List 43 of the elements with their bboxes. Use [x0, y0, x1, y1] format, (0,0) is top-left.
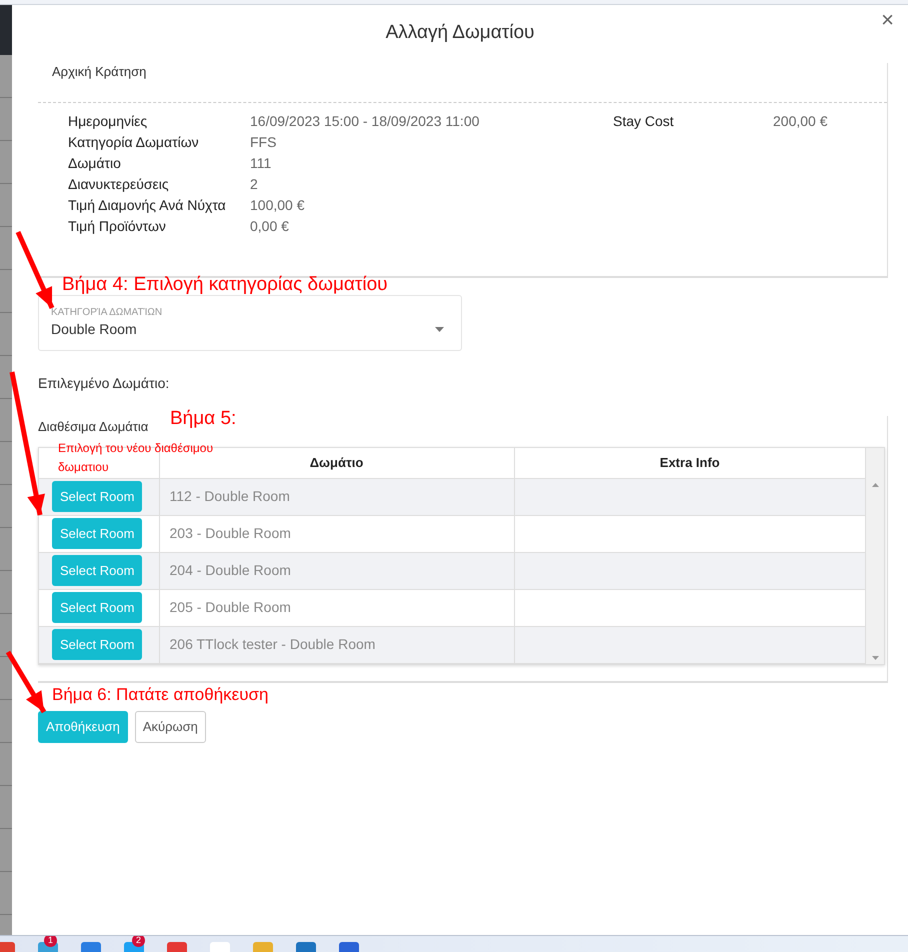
- save-button[interactable]: Αποθήκευση: [38, 711, 128, 742]
- cancel-button[interactable]: Ακύρωση: [134, 711, 206, 742]
- field-label: Τιμή Διαμονής Ανά Νύχτα: [68, 196, 227, 215]
- field-value: 2: [250, 175, 259, 194]
- modal-title: Αλλαγή Δωματίου: [386, 22, 534, 43]
- field-value: 111: [250, 154, 272, 173]
- table-cell: 204 - Double Room: [159, 552, 514, 589]
- annotation-text: Επιλογή του νέου διαθέσιμου δωματιου: [58, 440, 214, 476]
- stay-cost-label: Stay Cost: [613, 112, 675, 131]
- table-cell: 206 TTlock tester - Double Room: [159, 626, 514, 663]
- annotation-text: Βήμα 5:: [170, 409, 236, 428]
- field-value: 100,00 €: [250, 196, 306, 215]
- notification-badge: 1: [44, 936, 57, 947]
- field-label: Κατηγορία Δωματίων: [68, 133, 200, 152]
- select-room-button[interactable]: Select Room: [52, 518, 142, 550]
- table-cell: 203 - Double Room: [159, 515, 514, 552]
- stay-cost-value: 200,00 €: [773, 112, 828, 131]
- selected-room-label: Επιλεγμένο Δωμάτιο:: [38, 374, 170, 393]
- scroll-down-icon[interactable]: [872, 656, 879, 660]
- caret-icon: [435, 327, 444, 332]
- table-cell: 112 - Double Room: [159, 478, 514, 515]
- field-label: Ημερομηνίες: [68, 112, 148, 131]
- field-label: Τιμή Προϊόντων: [68, 217, 167, 236]
- select-room-button[interactable]: Select Room: [52, 480, 142, 512]
- field-value: 16/09/2023 15:00 - 18/09/2023 11:00: [250, 112, 480, 131]
- field-value: FFS: [250, 133, 278, 152]
- close-button[interactable]: ×: [879, 9, 896, 31]
- annotation-text: Βήμα 6: Πατάτε αποθήκευση: [52, 686, 268, 703]
- annotation-text: Βήμα 4: Επιλογή κατηγορίας δωματίου: [62, 275, 388, 294]
- scroll-up-icon[interactable]: [872, 483, 879, 487]
- select-room-button[interactable]: Select Room: [52, 628, 142, 660]
- field-label: Διανυκτερεύσεις: [68, 175, 170, 194]
- scrollbar[interactable]: [866, 448, 884, 664]
- field-label: Δωμάτιο: [68, 154, 122, 173]
- select-room-button[interactable]: Select Room: [52, 592, 142, 624]
- table-cell: 205 - Double Room: [159, 589, 514, 626]
- panel-title: Διαθέσιμα Δωμάτια: [38, 418, 148, 436]
- select-room-button[interactable]: Select Room: [52, 554, 142, 586]
- panel-title: Αρχική Κράτηση: [38, 63, 887, 103]
- column-header: Extra Info: [514, 448, 866, 478]
- notification-badge: 2: [132, 936, 145, 947]
- category-select[interactable]: ΚΑΤΗΓΟΡΊΑ ΔΩΜΑΤΊΩΝ Double Room: [38, 295, 462, 351]
- field-value: 0,00 €: [250, 217, 290, 236]
